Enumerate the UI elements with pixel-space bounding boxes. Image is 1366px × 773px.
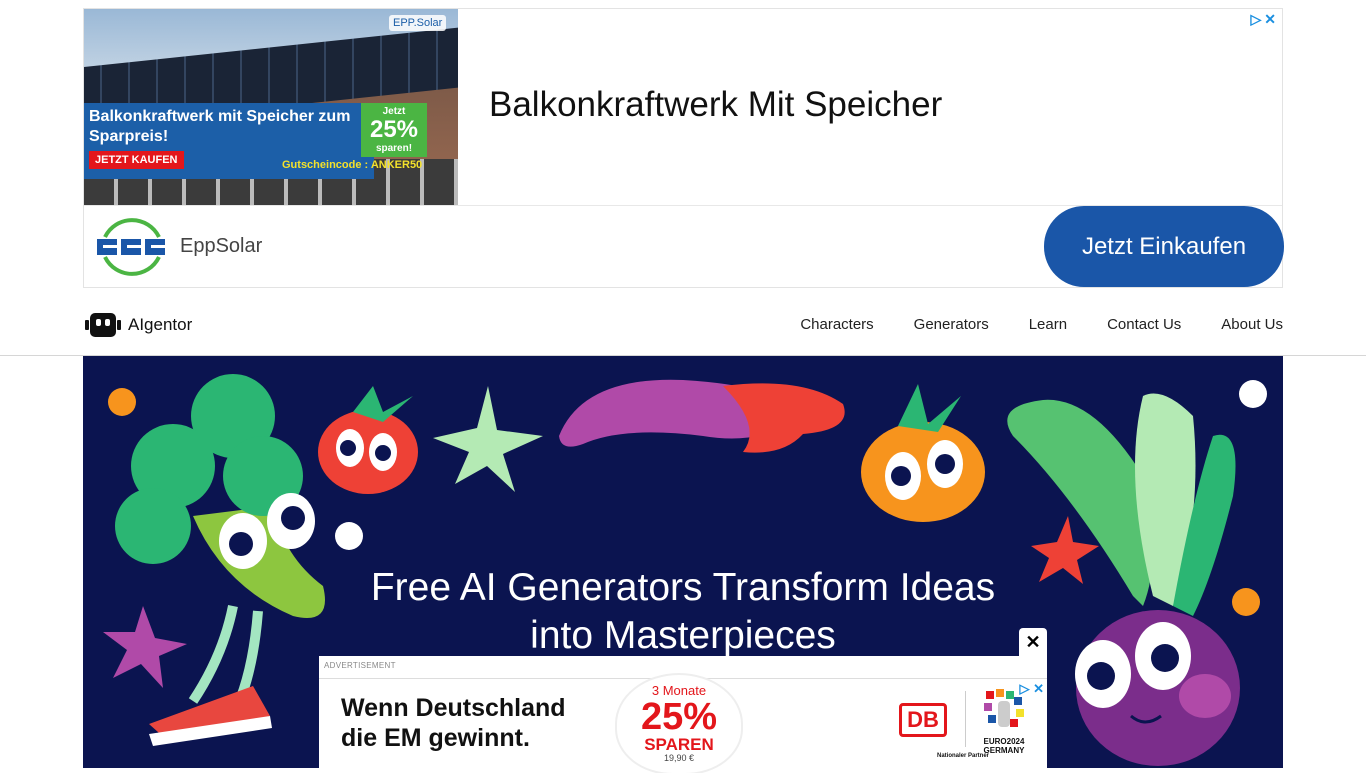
eppsolar-logo-icon[interactable]: [95, 215, 169, 279]
db-ad-banner[interactable]: Wenn Deutschland die EM gewinnt. 3 Monat…: [319, 675, 1047, 773]
advertisement-label: ADVERTISEMENT: [324, 661, 396, 670]
national-partner-text: Nationaler Partner: [937, 753, 990, 759]
ad-image-coupon-code: Gutscheincode : ANKER50: [282, 159, 423, 171]
nav-link-characters[interactable]: Characters: [800, 316, 873, 333]
ad-image-solar-roof[interactable]: EPP.Solar Balkonkraftwerk mit Speicher z…: [84, 9, 458, 205]
logo-text: AIgentor: [128, 315, 193, 334]
green-star: [433, 386, 543, 492]
robot-logo-icon: [85, 313, 121, 337]
ad-choices[interactable]: ▷ ✕: [1247, 11, 1276, 28]
ad-image-buy-label: JETZT KAUFEN: [89, 151, 184, 169]
sale-price: 19,90 €: [663, 753, 695, 763]
epp-solar-small-logo: EPP.Solar: [389, 15, 447, 31]
nav-link-about-us[interactable]: About Us: [1221, 316, 1283, 333]
close-icon[interactable]: ✕: [1264, 11, 1276, 27]
site-logo[interactable]: AIgentor: [85, 312, 192, 338]
db-sale-badge[interactable]: 3 Monate 25% SPAREN 19,90 €: [617, 675, 741, 773]
close-ad-button[interactable]: ✕: [1019, 628, 1047, 656]
white-dot: [335, 522, 363, 550]
db-ad-headline[interactable]: Wenn Deutschland die EM gewinnt.: [341, 693, 566, 753]
close-icon[interactable]: ✕: [1029, 681, 1044, 696]
nav-link-contact-us[interactable]: Contact Us: [1107, 316, 1181, 333]
bottom-advertisement[interactable]: ADVERTISEMENT Wenn Deutschland die EM ge…: [319, 656, 1047, 773]
db-headline-line-1: Wenn Deutschland: [341, 694, 566, 722]
bottom-ad-choices[interactable]: ▷ ✕: [1019, 681, 1044, 697]
ad-image-discount-badge: Jetzt 25% sparen!: [361, 103, 427, 157]
sale-value: 25%: [640, 696, 718, 738]
ad-brand-name[interactable]: EppSolar: [180, 235, 262, 258]
broccoli-character: [115, 374, 325, 746]
site-navbar: AIgentor Characters Generators Learn Con…: [0, 296, 1366, 356]
jetzt-einkaufen-button[interactable]: Jetzt Einkaufen: [1044, 206, 1284, 287]
euro-2024-label: EURO2024: [983, 737, 1025, 746]
nav-links: Characters Generators Learn Contact Us A…: [800, 316, 1283, 333]
top-advertisement[interactable]: EPP.Solar Balkonkraftwerk mit Speicher z…: [83, 8, 1284, 288]
sale-word: SPAREN: [644, 735, 714, 754]
ad-image-headline: Balkonkraftwerk mit Speicher zum Sparpre…: [89, 108, 351, 145]
orange-character: [861, 384, 985, 522]
db-logo[interactable]: DB: [899, 703, 947, 737]
orange-dot: [108, 388, 136, 416]
ad-title[interactable]: Balkonkraftwerk Mit Speicher: [489, 85, 942, 125]
discount-value: 25%: [369, 116, 419, 143]
hero-title-line-2: into Masterpieces: [530, 614, 836, 657]
ad-separator: [965, 691, 966, 747]
db-headline-line-2: die EM gewinnt.: [341, 724, 530, 752]
hero-title-line-1: Free AI Generators Transform Ideas: [370, 566, 996, 609]
orange-dot-right: [1232, 588, 1260, 616]
nav-link-learn[interactable]: Learn: [1029, 316, 1067, 333]
white-dot-right: [1239, 380, 1267, 408]
discount-bottom: sparen!: [375, 143, 413, 154]
tomato-character: [318, 386, 418, 494]
purple-star: [103, 606, 187, 688]
hero-title: Free AI Generators Transform Ideas into …: [283, 564, 1083, 660]
nav-link-generators[interactable]: Generators: [914, 316, 989, 333]
ad-choices-icon[interactable]: ▷: [1019, 681, 1029, 696]
ad-choices-icon[interactable]: ▷: [1250, 11, 1261, 27]
